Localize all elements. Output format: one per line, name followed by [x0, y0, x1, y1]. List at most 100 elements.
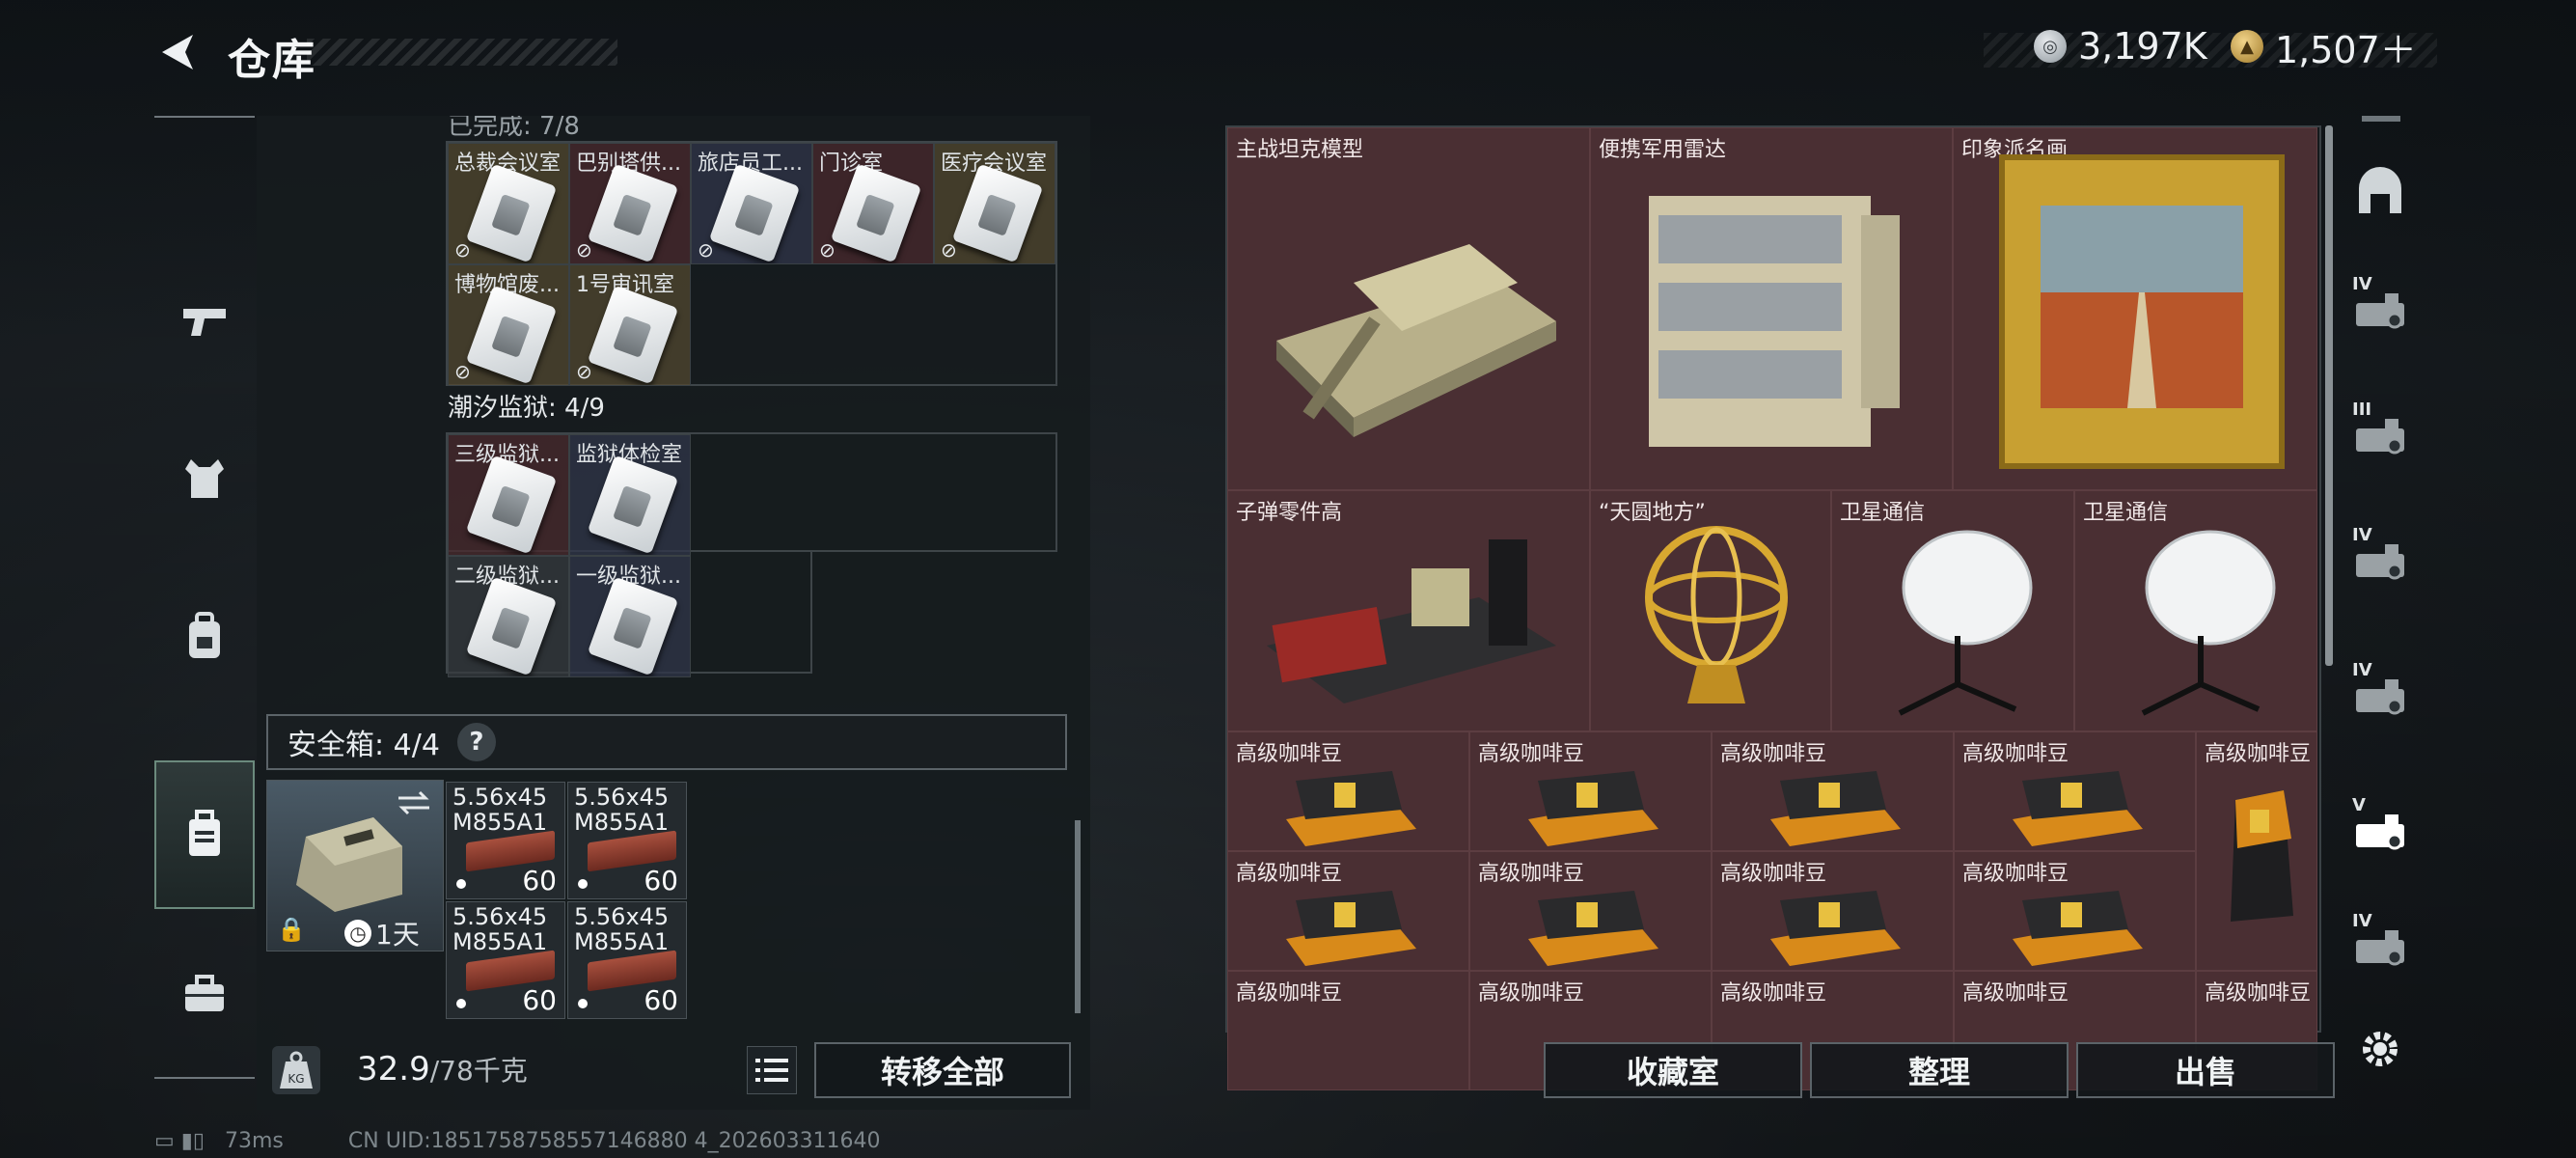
no-trade-icon: ⊘: [454, 238, 471, 262]
ammo-quantity: 60: [522, 984, 557, 1016]
rail-container-icon[interactable]: IV: [2344, 521, 2416, 593]
silver-currency: ◎ 3,197K: [2034, 23, 2207, 69]
list-view-button[interactable]: [747, 1046, 797, 1094]
vest-icon: [185, 459, 224, 498]
item-label: 高级咖啡豆: [1720, 981, 1827, 1006]
container-level: III: [2352, 400, 2372, 420]
keycard-cell[interactable]: 巴别塔供... ⊘: [569, 143, 691, 264]
item-bullet-parts[interactable]: 子弹零件高: [1227, 490, 1590, 731]
lock-icon: 🔒: [277, 916, 306, 943]
keycard-cell[interactable]: 门诊室 ⊘: [812, 143, 934, 264]
ammo-name: 5.56x45 M855A1: [574, 784, 670, 836]
item-impressionist-painting[interactable]: 印象派名画: [1953, 127, 2317, 490]
rail-container-icon[interactable]: V: [2344, 791, 2416, 863]
item-military-radar[interactable]: 便携军用雷达: [1590, 127, 1953, 490]
container-level: IV: [2352, 660, 2372, 680]
back-arrow-icon[interactable]: [154, 29, 201, 75]
rail-container-icon[interactable]: IV: [2344, 270, 2416, 342]
keycard-image: [465, 576, 558, 676]
settings-gear-icon[interactable]: [2344, 1013, 2416, 1085]
keycard-cell[interactable]: 总裁会议室 ⊘: [448, 143, 569, 264]
briefcase-icon: [185, 975, 224, 1011]
ammo-slot[interactable]: 5.56x45 M855A1 60: [446, 901, 565, 1019]
item-coffee-beans-tall[interactable]: 高级咖啡豆: [2196, 731, 2317, 971]
section-title-cutoff: 已完成: 7/8: [448, 116, 580, 141]
inventory-scrollbar[interactable]: [1075, 820, 1081, 1013]
coffee-bag-image: [1528, 891, 1658, 966]
coffee-bag-image: [1286, 891, 1416, 966]
item-satellite-comm-2[interactable]: 卫星通信: [2074, 490, 2317, 731]
transfer-all-button[interactable]: 转移全部: [814, 1042, 1071, 1098]
keycard-cell[interactable]: 二级监狱...: [448, 556, 569, 677]
item-label: 高级咖啡豆: [1962, 981, 2069, 1006]
armillary-image: [1645, 526, 1788, 703]
keycard-image: [587, 576, 679, 676]
item-armillary-sphere[interactable]: “天圆地方”: [1590, 490, 1831, 731]
item-coffee-beans[interactable]: 高级咖啡豆: [1469, 731, 1712, 851]
item-coffee-beans[interactable]: 高级咖啡豆: [1469, 851, 1712, 971]
keycard-image: [708, 163, 801, 263]
rail-container-icon[interactable]: IV: [2344, 907, 2416, 979]
collection-room-button[interactable]: 收藏室: [1544, 1042, 1802, 1098]
ammo-slot[interactable]: 5.56x45 M855A1 60: [446, 782, 565, 899]
item-coffee-beans[interactable]: 高级咖啡豆: [1712, 851, 1954, 971]
ammo-name: 5.56x45 M855A1: [452, 903, 548, 955]
rail-container-icon[interactable]: IV: [2344, 656, 2416, 728]
ping: 73ms: [225, 1129, 284, 1153]
coffee-bag-image: [1770, 771, 1901, 846]
help-button[interactable]: ?: [456, 723, 496, 761]
sell-button[interactable]: 出售: [2076, 1042, 2335, 1098]
tab-case[interactable]: [154, 944, 255, 1044]
ammo-quantity: 60: [644, 865, 678, 896]
item-label: 高级咖啡豆: [1236, 981, 1343, 1006]
keycard-cell[interactable]: 旅店员工... ⊘: [691, 143, 812, 264]
safebox-image: [296, 817, 402, 912]
container-level: IV: [2352, 911, 2372, 931]
item-tank-model[interactable]: 主战坦克模型: [1227, 127, 1590, 490]
keycard-cell[interactable]: 一级监狱...: [569, 556, 691, 677]
item-label: 便携军用雷达: [1599, 138, 1727, 162]
ammo-slot[interactable]: 5.56x45 M855A1 60: [567, 782, 687, 899]
keycard-cell[interactable]: 1号审讯室 ⊘: [569, 264, 691, 386]
rail-arch-icon[interactable]: [2344, 156, 2416, 228]
keycard-cell[interactable]: 监狱体检室: [569, 434, 691, 556]
item-satellite-comm-1[interactable]: 卫星通信: [1831, 490, 2074, 731]
tab-safebox[interactable]: [154, 760, 255, 909]
ammo-quantity: 60: [522, 865, 557, 896]
item-coffee-beans[interactable]: 高级咖啡豆: [1954, 851, 2196, 971]
tab-armor[interactable]: [154, 428, 255, 529]
coffee-bag-image: [1770, 891, 1901, 966]
ammo-quantity: 60: [644, 984, 678, 1016]
item-coffee-beans[interactable]: 高级咖啡豆: [1227, 731, 1469, 851]
radar-image: [1649, 196, 1900, 447]
satellite-dish-image: [1898, 530, 2033, 716]
storage-scrollbar[interactable]: [2325, 125, 2333, 666]
ammo-dot: [578, 999, 588, 1008]
item-coffee-beans[interactable]: 高级咖啡豆: [1712, 731, 1954, 851]
timer-text: 1天: [375, 919, 420, 951]
item-coffee-beans[interactable]: 高级咖啡豆: [1954, 731, 2196, 851]
ammo-dot: [578, 879, 588, 889]
weight-readout: 32.9/78千克: [357, 1050, 528, 1089]
gun-icon: [183, 309, 226, 336]
organize-button[interactable]: 整理: [1810, 1042, 2069, 1098]
keycard-cell[interactable]: 博物馆废... ⊘: [448, 264, 569, 386]
swap-icon[interactable]: [395, 788, 433, 817]
ammo-dot: [456, 879, 466, 889]
keycard-cell[interactable]: 医疗会议室 ⊘: [934, 143, 1055, 264]
status-bar: ▭ ▮▯ 73ms CN UID:1851758758557146880 4_2…: [154, 1129, 881, 1153]
item-coffee-beans[interactable]: 高级咖啡豆: [1227, 851, 1469, 971]
rail-container-icon[interactable]: III: [2344, 396, 2416, 467]
ammo-name: 5.56x45 M855A1: [452, 784, 548, 836]
tab-backpack[interactable]: [154, 587, 255, 687]
safebox-container[interactable]: 🔒 ◷ 1天: [266, 780, 444, 951]
tab-weapon[interactable]: [154, 270, 255, 371]
section-title-prison: 潮汐监狱: 4/9: [448, 394, 605, 423]
no-trade-icon: ⊘: [576, 360, 592, 383]
ammo-slot[interactable]: 5.56x45 M855A1 60: [567, 901, 687, 1019]
keycard-cell[interactable]: 三级监狱...: [448, 434, 569, 556]
storage-panel[interactable]: 主战坦克模型 便携军用雷达 印象派名画 子弹零件高 “天圆地方” 卫星通信 卫星…: [1225, 125, 2321, 1090]
container-level: IV: [2352, 274, 2372, 294]
item-coffee-beans[interactable]: 高级咖啡豆: [1227, 971, 1469, 1090]
gold-currency[interactable]: ▲ 1,507＋: [2231, 23, 2417, 71]
